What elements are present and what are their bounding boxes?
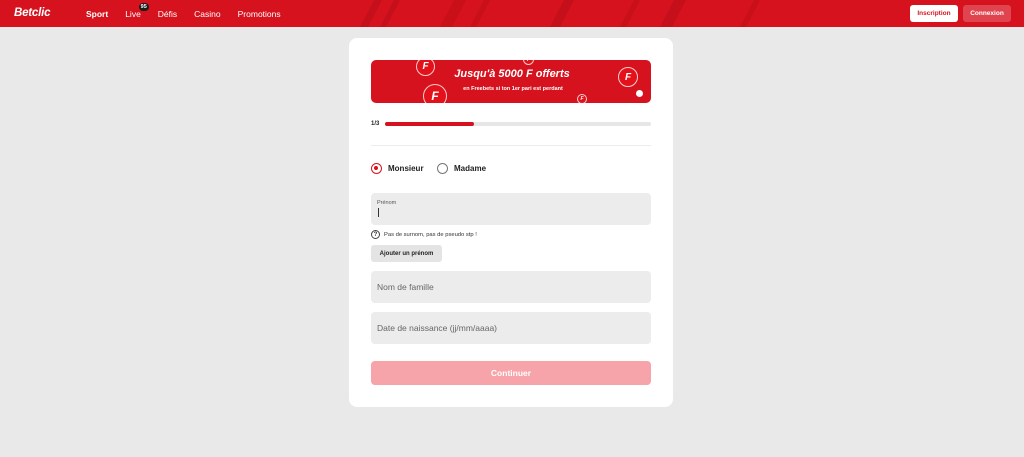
top-navbar: Betclic Sport Live 95 Défis Casino Promo… [0, 0, 1024, 27]
radio-madame-label: Madame [454, 164, 487, 173]
birthdate-field[interactable] [371, 312, 651, 344]
add-first-name-button[interactable]: Ajouter un prénom [371, 245, 442, 262]
hint-text: Pas de surnom, pas de pseudo stp ! [384, 231, 477, 238]
coin-icon: F [423, 84, 447, 103]
signup-button[interactable]: Inscription [910, 5, 958, 22]
radio-madame[interactable]: Madame [437, 163, 486, 174]
nav-live[interactable]: Live 95 [125, 3, 149, 19]
radio-monsieur-label: Monsieur [388, 164, 424, 173]
divider [371, 145, 651, 146]
last-name-input[interactable] [377, 271, 645, 303]
coin-icon: F [618, 67, 638, 87]
registration-card: F F F F F Jusqu'à 5000 F offerts en Free… [349, 38, 673, 407]
nav-defis[interactable]: Défis [158, 9, 177, 19]
continue-button[interactable]: Continuer [371, 361, 651, 385]
radio-monsieur[interactable]: Monsieur [371, 163, 424, 174]
header-decoration [360, 0, 760, 27]
first-name-hint: ? Pas de surnom, pas de pseudo stp ! [371, 230, 477, 239]
nav-live-label: Live [125, 9, 141, 19]
coin-icon: F [577, 94, 587, 103]
coin-icon: F [416, 60, 435, 76]
first-name-field[interactable]: Prénom [371, 193, 651, 225]
nav-sport[interactable]: Sport [86, 9, 108, 19]
step-indicator: 1/3 [371, 121, 380, 127]
live-count-badge: 95 [138, 3, 149, 11]
nav-promotions[interactable]: Promotions [238, 9, 281, 19]
first-name-label: Prénom [377, 200, 397, 206]
banner-subtitle: en Freebets si ton 1er pari est perdant [463, 86, 563, 92]
betclic-logo[interactable]: Betclic [14, 7, 51, 19]
question-circle-icon: ? [371, 230, 380, 239]
banner-title: Jusqu'à 5000 F offerts [454, 68, 570, 80]
coin-icon: F [523, 60, 534, 65]
login-button[interactable]: Connexion [963, 5, 1011, 22]
last-name-field[interactable] [371, 271, 651, 303]
progress-bar [385, 122, 651, 126]
progress-fill [385, 122, 474, 126]
radio-checked-icon [371, 163, 382, 174]
birthdate-input[interactable] [377, 312, 645, 344]
nav-casino[interactable]: Casino [194, 9, 220, 19]
radio-unchecked-icon [437, 163, 448, 174]
text-caret [378, 208, 379, 217]
main-nav: Sport Live 95 Défis Casino Promotions [86, 3, 298, 19]
promo-banner: F F F F F Jusqu'à 5000 F offerts en Free… [371, 60, 651, 103]
clock-icon [636, 90, 643, 97]
